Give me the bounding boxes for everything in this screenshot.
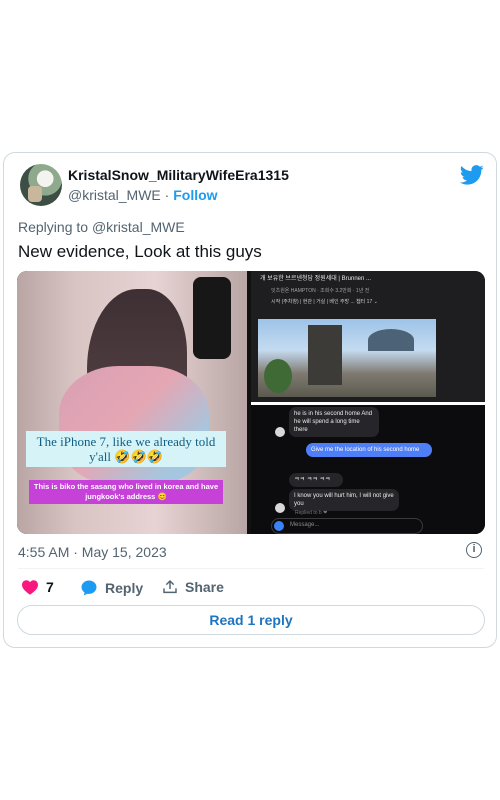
twitter-bird-icon[interactable] — [460, 165, 484, 185]
author-display-name[interactable]: KristalSnow_MilitaryWifeEra1315 — [68, 167, 289, 183]
tweet-media[interactable]: The iPhone 7, like we already told y'all… — [17, 271, 485, 534]
chat-message: ㅋㅋ ㅋㅋ ㅋㅋ — [289, 473, 343, 487]
share-icon — [163, 579, 177, 594]
chat-message: he is in his second home And he will spe… — [289, 407, 379, 437]
chat-reply-note: Replied to b ❤ — [295, 510, 328, 516]
tweet-text: New evidence, Look at this guys — [18, 242, 262, 261]
chat-message-input: Message... — [271, 518, 423, 534]
chat-message: I know you will hurt him, I will not giv… — [289, 489, 399, 511]
heart-icon — [22, 580, 38, 595]
media-caption-sub: This is biko the sasang who lived in kor… — [29, 480, 223, 504]
photo-umbrella — [368, 329, 414, 351]
replying-to: Replying to @kristal_MWE — [18, 219, 185, 235]
read-replies-button[interactable]: Read 1 reply — [17, 605, 485, 635]
avatar[interactable] — [20, 164, 62, 206]
listing-subtitle: 잇츠원욘 HAMPTON · 조회수 3.2만회 · 1년 전 — [271, 288, 370, 294]
divider — [18, 568, 484, 569]
share-label: Share — [185, 579, 224, 595]
media-listing-screenshot[interactable]: 개 보유한 브르넨청담 정원세대 | Brunnen ... 잇츠원욘 HAMP… — [251, 271, 485, 402]
replying-to-prefix: Replying to — [18, 219, 89, 235]
listing-tags: 시작 (주차창) | 현관 | 거실 | 베인 주방 ... 챕터 17 ⌄ — [271, 299, 378, 305]
photo-figure-shirt — [59, 366, 209, 486]
tweet-timestamp[interactable]: 4:55 AM · May 15, 2023 — [18, 544, 167, 560]
chat-avatar — [275, 503, 285, 513]
media-chat-screenshot[interactable]: he is in his second home And he will spe… — [251, 405, 485, 534]
like-count: 7 — [46, 579, 54, 595]
separator-dot: · — [164, 187, 170, 203]
photo-plant — [264, 359, 292, 393]
chat-message: Give me the location of his second home — [306, 443, 432, 457]
author-handle[interactable]: @kristal_MWE — [68, 187, 161, 203]
phone-in-photo — [193, 277, 231, 359]
share-button[interactable]: Share — [162, 579, 224, 595]
info-icon[interactable]: i — [466, 542, 482, 558]
listing-title: 개 보유한 브르넨청담 정원세대 | Brunnen ... — [260, 276, 372, 282]
like-button[interactable]: 7 — [21, 579, 54, 595]
listing-photo — [258, 319, 436, 397]
chat-placeholder: Message... — [290, 522, 320, 528]
photo-building — [308, 325, 342, 385]
camera-icon — [274, 521, 284, 531]
media-caption-main: The iPhone 7, like we already told y'all… — [26, 431, 226, 467]
chat-avatar — [275, 427, 285, 437]
author-handle-line: @kristal_MWE · Follow — [68, 187, 218, 203]
reply-bubble-icon — [81, 580, 97, 596]
follow-button[interactable]: Follow — [173, 187, 217, 203]
media-photo-left[interactable]: The iPhone 7, like we already told y'all… — [17, 271, 247, 534]
reply-label: Reply — [105, 580, 144, 596]
tweet-card: KristalSnow_MilitaryWifeEra1315 @kristal… — [3, 152, 497, 648]
reply-button[interactable]: Reply — [80, 579, 143, 597]
replying-to-handle[interactable]: @kristal_MWE — [92, 219, 185, 235]
